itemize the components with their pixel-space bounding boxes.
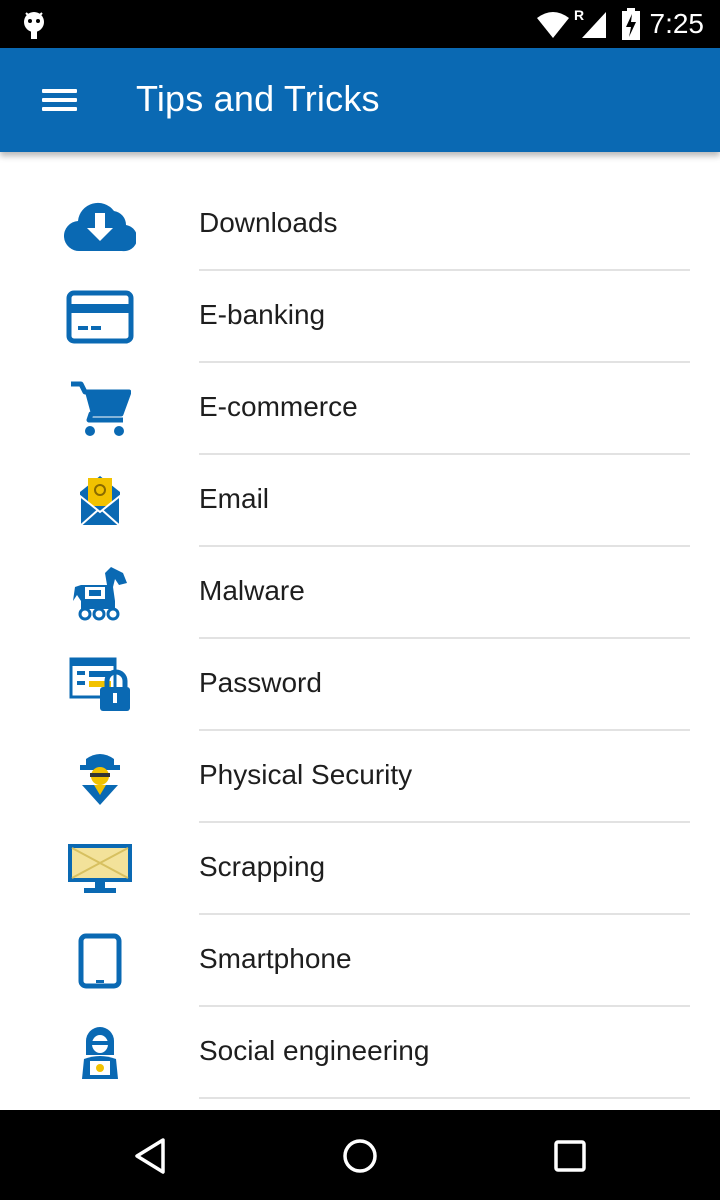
list-item-physical-security[interactable]: Physical Security	[0, 731, 720, 823]
list-item-label: Email	[199, 483, 270, 514]
battery-icon	[622, 8, 640, 40]
list-item-label: Social engineering	[199, 1035, 430, 1066]
list-item-label: E-banking	[199, 299, 326, 330]
hacker-icon	[60, 1019, 140, 1087]
android-debug-icon	[24, 12, 44, 39]
home-icon[interactable]	[330, 1130, 390, 1182]
shopping-cart-icon	[60, 375, 140, 443]
credit-card-icon	[60, 283, 140, 351]
back-icon[interactable]	[120, 1130, 180, 1182]
system-nav-bar	[0, 1110, 720, 1200]
list-item-label: Scrapping	[199, 851, 326, 882]
list-item-downloads[interactable]: Downloads	[0, 179, 720, 271]
hamburger-menu-icon[interactable]	[30, 74, 90, 126]
list-item-email[interactable]: Email	[0, 455, 720, 547]
list-item-password[interactable]: Password	[0, 639, 720, 731]
list-item-malware[interactable]: Malware	[0, 547, 720, 639]
tips-list: Downloads E-banking E-commerce Email Mal…	[0, 179, 720, 1099]
recents-icon[interactable]	[540, 1130, 600, 1182]
tablet-icon	[60, 927, 140, 995]
spy-icon	[60, 743, 140, 811]
list-item-label: Physical Security	[199, 759, 413, 790]
list-item-e-banking[interactable]: E-banking	[0, 271, 720, 363]
list-item-label: E-commerce	[199, 391, 358, 422]
list-item-social-engineering[interactable]: Social engineering	[0, 1007, 720, 1099]
cell-signal-icon: R	[574, 7, 606, 38]
divider	[199, 1097, 690, 1099]
list-item-label: Smartphone	[199, 943, 352, 974]
list-item-label: Password	[199, 667, 322, 698]
wifi-icon	[537, 12, 569, 38]
roaming-indicator: R	[574, 7, 584, 23]
status-time: 7:25	[649, 8, 705, 39]
password-lock-icon	[60, 651, 140, 719]
list-item-scrapping[interactable]: Scrapping	[0, 823, 720, 915]
page-title: Tips and Tricks	[136, 78, 380, 119]
monitor-icon	[60, 835, 140, 903]
list-item-smartphone[interactable]: Smartphone	[0, 915, 720, 1007]
trojan-horse-icon	[60, 559, 140, 627]
list-item-label: Malware	[199, 575, 305, 606]
list-item-label: Downloads	[199, 207, 338, 238]
envelope-icon	[60, 467, 140, 535]
status-bar: R 7:25	[0, 0, 720, 48]
app-bar: Tips and Tricks	[0, 48, 720, 152]
cloud-download-icon	[60, 191, 140, 259]
list-item-e-commerce[interactable]: E-commerce	[0, 363, 720, 455]
